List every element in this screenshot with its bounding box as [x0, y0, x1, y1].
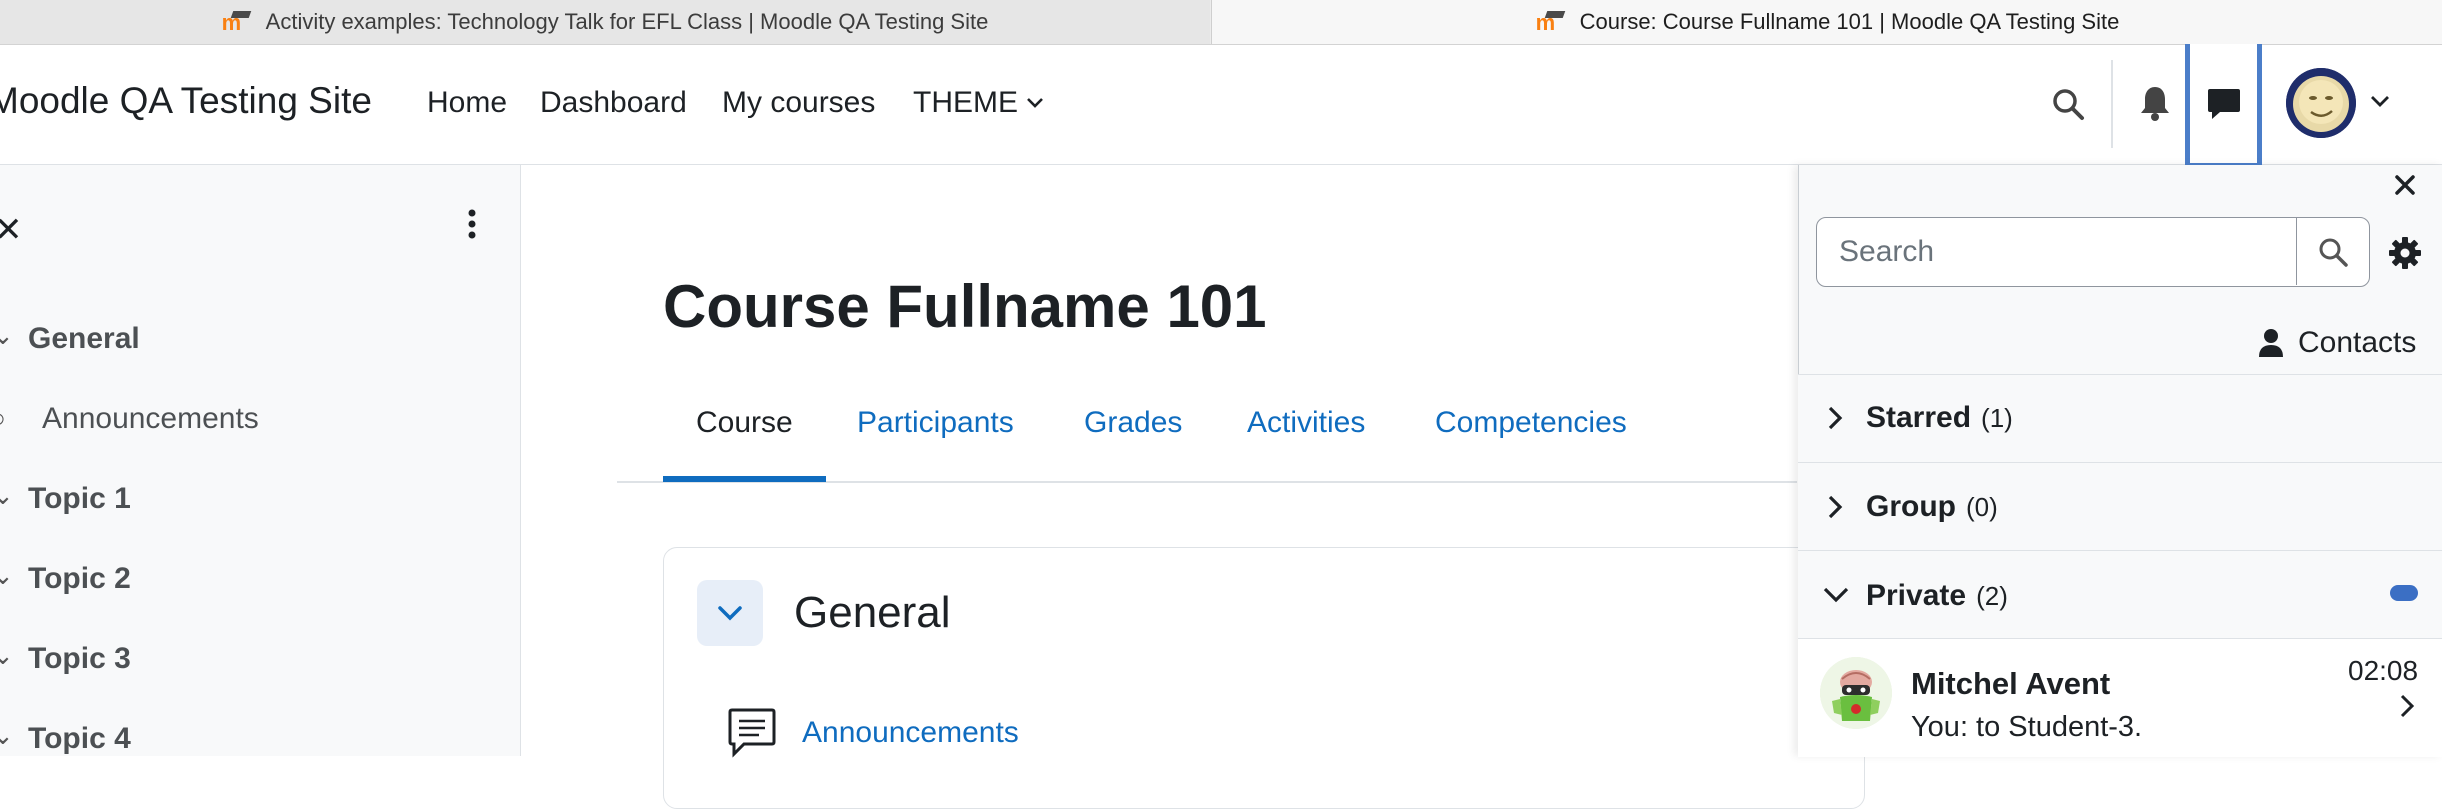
- message-group-count: (1): [1981, 403, 2013, 433]
- gear-icon[interactable]: [2388, 236, 2422, 270]
- message-group-label: Group (0): [1866, 490, 1998, 523]
- nav-theme-menu[interactable]: THEME: [913, 86, 1044, 120]
- tab-competencies[interactable]: Competencies: [1435, 406, 1627, 440]
- browser-tab-course[interactable]: m Course: Course Fullname 101 | Moodle Q…: [1211, 0, 2442, 44]
- message-group-label: Private (2): [1866, 579, 2008, 612]
- page-title: Course Fullname 101: [663, 273, 1267, 340]
- contacts-label: Contacts: [2298, 326, 2417, 359]
- message-group-count: (2): [1976, 581, 2008, 611]
- moodle-favicon-icon: m: [1536, 10, 1570, 34]
- bell-icon[interactable]: [2138, 84, 2172, 122]
- contacts-link[interactable]: Contacts: [2258, 326, 2416, 360]
- message-search-button[interactable]: [2296, 218, 2369, 285]
- course-index-section-topic-4[interactable]: Topic 4: [28, 722, 131, 756]
- search-icon[interactable]: [2050, 86, 2086, 122]
- active-tab-indicator: [663, 476, 826, 482]
- chevron-down-icon: [1027, 98, 1043, 108]
- message-search-input[interactable]: [1839, 218, 2239, 285]
- section-collapse-button[interactable]: [697, 580, 763, 646]
- course-index-section-topic-3[interactable]: Topic 3: [28, 642, 131, 676]
- chevron-icon[interactable]: ⌄: [0, 560, 14, 591]
- course-index-section-topic-2[interactable]: Topic 2: [28, 562, 131, 596]
- user-menu-chevron-down-icon[interactable]: [2370, 94, 2390, 108]
- close-drawer-icon[interactable]: ✕: [0, 210, 23, 250]
- nav-theme-label: THEME: [913, 86, 1018, 119]
- tab-course[interactable]: Course: [696, 406, 793, 440]
- search-icon: [2319, 238, 2348, 267]
- nav-home-link[interactable]: Home: [427, 86, 507, 120]
- chevron-icon[interactable]: ⌄: [0, 720, 14, 751]
- chevron-icon[interactable]: ⌄: [0, 480, 14, 511]
- kebab-menu-icon[interactable]: [462, 206, 482, 242]
- course-index-section-topic-1[interactable]: Topic 1: [28, 482, 131, 516]
- course-index-activity-announcements[interactable]: Announcements: [42, 402, 259, 436]
- chevron-icon[interactable]: ⌄: [0, 320, 14, 351]
- section-title: General: [794, 588, 951, 637]
- chevron-down-icon: [718, 606, 742, 621]
- green-character-avatar-image: [1820, 657, 1892, 729]
- message-search-box: [1816, 217, 2370, 287]
- tab-participants[interactable]: Participants: [857, 406, 1014, 440]
- message-group-label: Starred (1): [1866, 401, 2013, 434]
- browser-tab-title: Course: Course Fullname 101 | Moodle QA …: [1579, 9, 2120, 34]
- conversation-time: 02:08: [2348, 655, 2419, 686]
- tab-grades[interactable]: Grades: [1084, 406, 1182, 440]
- browser-tab-title: Activity examples: Technology Talk for E…: [265, 9, 989, 34]
- nav-my-courses-link[interactable]: My courses: [722, 86, 875, 120]
- message-group-count: (0): [1966, 492, 1998, 522]
- user-avatar-image: [2286, 68, 2356, 138]
- site-name[interactable]: Moodle QA Testing Site: [0, 80, 372, 122]
- message-icon[interactable]: [2206, 86, 2242, 122]
- chevron-down-icon: [1823, 587, 1849, 603]
- conversation-preview: You: to Student-3.: [1911, 711, 2143, 743]
- moodle-favicon-icon: m: [222, 10, 256, 34]
- conversation-avatar: [1820, 657, 1892, 729]
- user-avatar[interactable]: [2286, 68, 2356, 138]
- course-section-general: [663, 547, 1865, 809]
- conversation-name: Mitchel Avent: [1911, 666, 2111, 701]
- chevron-right-icon: [1828, 495, 1843, 519]
- forum-icon: [728, 708, 776, 758]
- user-icon: [2259, 329, 2283, 357]
- course-index-section-general[interactable]: General: [28, 322, 140, 356]
- browser-tab-activity-examples[interactable]: m Activity examples: Technology Talk for…: [0, 0, 1210, 44]
- unread-indicator-badge: [2390, 585, 2418, 601]
- activity-link-announcements[interactable]: Announcements: [802, 716, 1019, 750]
- tab-activities[interactable]: Activities: [1247, 406, 1365, 440]
- navbar-divider: [2111, 60, 2113, 148]
- close-icon[interactable]: [2388, 168, 2422, 202]
- completion-circle-icon: ○: [0, 403, 6, 434]
- chevron-icon[interactable]: ⌄: [0, 640, 14, 671]
- nav-dashboard-link[interactable]: Dashboard: [540, 86, 687, 120]
- chevron-right-icon: [1828, 406, 1843, 430]
- chevron-right-icon: [2400, 694, 2415, 718]
